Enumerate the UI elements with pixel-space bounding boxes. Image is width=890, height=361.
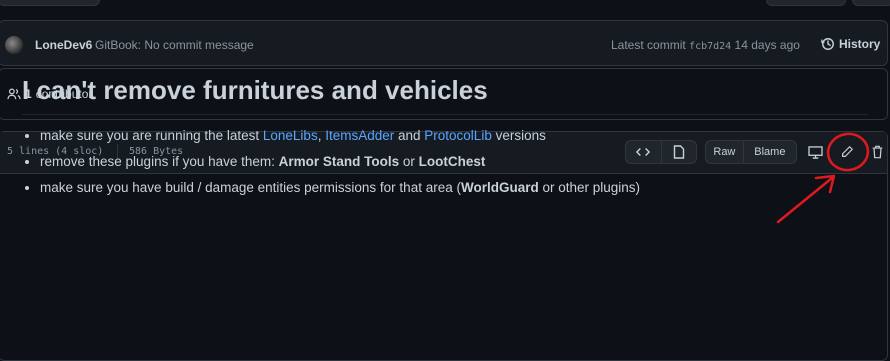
protocollib-link[interactable]: ProtocolLib	[424, 128, 492, 143]
avatar[interactable]	[5, 36, 23, 54]
list-text: or	[399, 154, 419, 169]
plugin-name: WorldGuard	[460, 180, 539, 195]
trash-icon	[872, 145, 882, 159]
commit-author[interactable]: LoneDev6	[35, 38, 92, 52]
readme-list: make sure you are running the latest Lon…	[22, 127, 868, 197]
commit-message[interactable]: GitBook: No commit message	[95, 38, 254, 52]
top-strip	[0, 0, 890, 6]
history-icon	[821, 38, 834, 50]
history-label: History	[839, 37, 881, 51]
list-item: make sure you have build / damage entiti…	[40, 179, 868, 197]
go-to-file-button[interactable]	[766, 0, 846, 6]
list-text: remove these plugins if you have them:	[40, 154, 279, 169]
readme-title: I can't remove furnitures and vehicles	[22, 75, 868, 115]
itemsadder-link[interactable]: ItemsAdder	[325, 128, 394, 143]
latest-commit-info: Latest commit fcb7d24 14 days ago	[611, 38, 800, 52]
readme-content: I can't remove furnitures and vehicles m…	[22, 75, 868, 205]
list-text: and	[394, 128, 425, 143]
list-item: make sure you are running the latest Lon…	[40, 127, 868, 145]
plugin-name: LootChest	[418, 154, 486, 169]
history-button[interactable]: History	[821, 37, 880, 51]
plugin-name: Armor Stand Tools	[278, 154, 400, 169]
lonelibs-link[interactable]: LoneLibs	[263, 128, 318, 143]
people-icon	[7, 88, 21, 100]
list-text: or other plugins)	[538, 180, 641, 195]
commit-age: 14 days ago	[734, 38, 800, 52]
list-text: make sure you have build / damage entiti…	[40, 180, 461, 195]
list-text: make sure you are running the latest	[40, 128, 263, 143]
list-item: remove these plugins if you have them: A…	[40, 153, 868, 171]
delete-button[interactable]	[867, 142, 887, 162]
commit-hash[interactable]: fcb7d24	[689, 41, 731, 52]
latest-commit-bar: LoneDev6 GitBook: No commit message Late…	[0, 20, 888, 66]
more-button[interactable]	[852, 0, 890, 6]
branch-button[interactable]	[0, 0, 100, 6]
list-text: versions	[491, 128, 546, 143]
latest-commit-label: Latest commit	[611, 38, 686, 52]
